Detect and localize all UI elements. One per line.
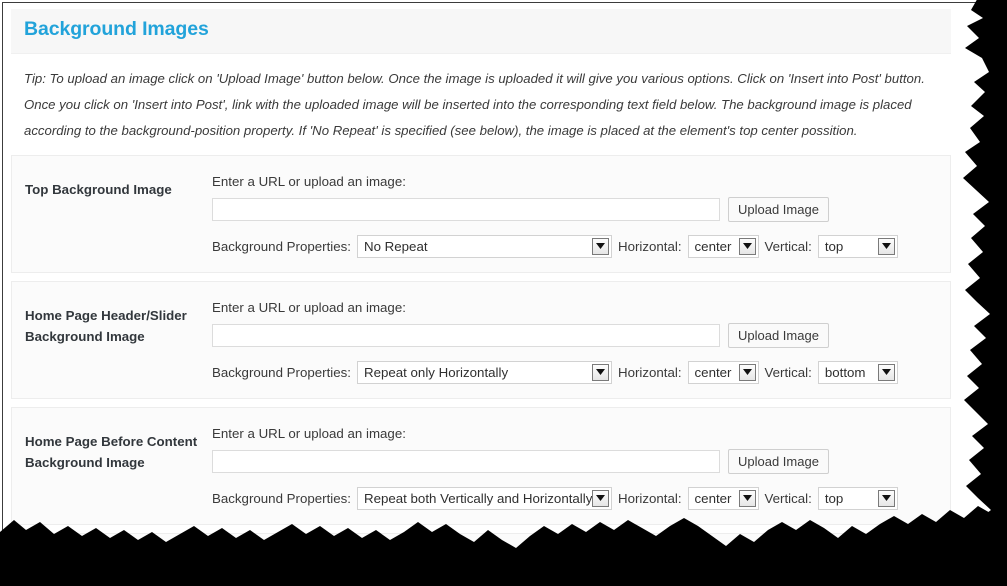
chevron-down-icon [877,489,895,507]
horizontal-select[interactable]: center [687,360,759,384]
url-field-caption: Enter a URL or upload an image: [212,173,406,189]
background-properties-select[interactable]: No Repeat [356,234,612,258]
chevron-down-icon [738,237,756,255]
upload-image-button[interactable]: Upload Image [728,322,829,348]
url-field-line: Upload Image [212,322,950,348]
chevron-down-icon [877,363,895,381]
vertical-label: Vertical: [764,364,812,380]
background-properties-value: Repeat only Horizontally [363,364,509,380]
setting-row-top-background-image: Top Background Image Enter a URL or uplo… [11,154,951,273]
background-images-panel: Background Images Tip: To upload an imag… [11,9,951,586]
row-label: Top Background Image [25,181,172,197]
setting-row-page-title-background-image: Page Title Background Image Enter a URL … [11,532,951,586]
row-label: Home Page Header/Slider Background Image [25,307,187,344]
panel-tip-text: Tip: To upload an image click on 'Upload… [24,70,925,138]
row-label: Home Page Before Content Background Imag… [25,433,198,470]
vertical-select[interactable]: top [817,486,898,510]
row-fields: Enter a URL or upload an image: Upload I… [212,296,950,384]
background-properties-select[interactable]: Repeat only Horizontally [356,360,612,384]
chevron-down-icon [738,363,756,381]
chevron-down-icon [738,489,756,507]
background-properties-value: Repeat both Vertically and Horizontally [363,490,592,506]
panel-header: Background Images [11,9,951,54]
background-properties-line: Background Properties: Repeat both Verti… [212,486,950,510]
chevron-down-icon [591,363,609,381]
chevron-down-icon [877,237,895,255]
url-field-line: Upload Image [212,574,950,586]
horizontal-select[interactable]: center [687,234,759,258]
horizontal-value: center [694,238,732,254]
row-fields: Enter a URL or upload an image: Upload I… [212,170,950,258]
vertical-value: top [824,490,844,506]
vertical-value: bottom [824,364,866,380]
chevron-down-icon [591,489,609,507]
horizontal-value: center [694,364,732,380]
url-field-line: Upload Image [212,448,950,474]
background-properties-value: No Repeat [363,238,428,254]
vertical-value: top [824,238,844,254]
url-input[interactable] [212,575,720,586]
url-field-line: Upload Image [212,196,950,222]
background-properties-label: Background Properties: [212,364,351,380]
torn-edge-right-white [983,0,1007,586]
background-properties-select[interactable]: Repeat both Vertically and Horizontally [356,486,612,510]
row-fields: Enter a URL or upload an image: Upload I… [212,548,950,586]
background-properties-line: Background Properties: No Repeat Horizon… [212,234,950,258]
upload-image-button[interactable]: Upload Image [728,574,829,586]
url-field-caption: Enter a URL or upload an image: [212,425,406,441]
vertical-label: Vertical: [764,490,812,506]
upload-image-button[interactable]: Upload Image [728,448,829,474]
setting-row-home-page-header-slider-background-image: Home Page Header/Slider Background Image… [11,280,951,399]
url-field-caption: Enter a URL or upload an image: [212,299,406,315]
background-properties-label: Background Properties: [212,490,351,506]
chevron-down-icon [591,237,609,255]
horizontal-value: center [694,490,732,506]
url-input[interactable] [212,197,720,221]
horizontal-select[interactable]: center [687,486,759,510]
page-title: Background Images [24,18,209,40]
setting-row-home-page-before-content-background-image: Home Page Before Content Background Imag… [11,406,951,525]
horizontal-label: Horizontal: [617,364,682,380]
row-label: Page Title Background Image [25,559,169,586]
upload-image-button[interactable]: Upload Image [728,196,829,222]
url-field-caption: Enter a URL or upload an image: [212,551,406,567]
vertical-select[interactable]: bottom [817,360,898,384]
url-input[interactable] [212,449,720,473]
row-fields: Enter a URL or upload an image: Upload I… [212,422,950,510]
url-input[interactable] [212,323,720,347]
vertical-label: Vertical: [764,238,812,254]
screenshot-root: Background Images Tip: To upload an imag… [0,0,1007,586]
horizontal-label: Horizontal: [617,238,682,254]
background-properties-line: Background Properties: Repeat only Horiz… [212,360,950,384]
vertical-select[interactable]: top [817,234,898,258]
background-properties-label: Background Properties: [212,238,351,254]
horizontal-label: Horizontal: [617,490,682,506]
